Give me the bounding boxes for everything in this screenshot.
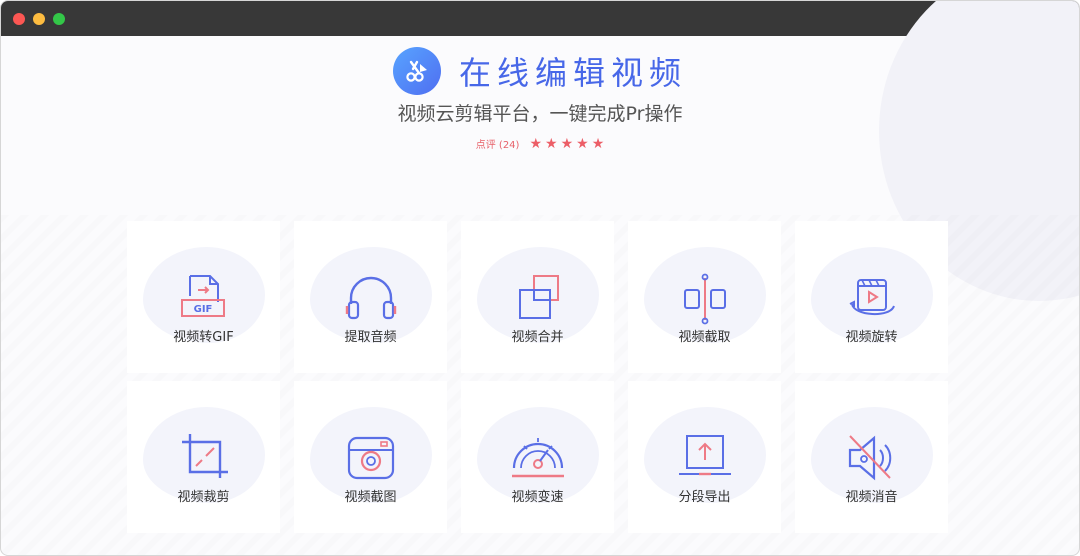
- app-window: 在线编辑视频 视频云剪辑平台，一键完成Pr操作 点评 (24) ★ ★ ★ ★ …: [0, 0, 1080, 556]
- tool-card-export[interactable]: 分段导出: [628, 381, 781, 533]
- tool-card-mute[interactable]: 视频消音: [795, 381, 948, 533]
- tool-label: 视频截图: [344, 490, 397, 505]
- rating-stars[interactable]: ★ ★ ★ ★ ★: [529, 137, 604, 151]
- tool-label: 提取音频: [344, 330, 397, 345]
- headphones-icon: [345, 276, 396, 320]
- tool-label: 视频合并: [511, 330, 564, 345]
- tool-label: 视频裁剪: [177, 490, 230, 505]
- speedometer-icon: [511, 438, 564, 478]
- camera-icon: [347, 436, 394, 480]
- merge-icon: [518, 275, 559, 319]
- tool-card-screenshot[interactable]: 视频截图: [294, 381, 447, 533]
- star-icon: ★: [591, 135, 605, 152]
- tool-label: 视频截取: [678, 330, 731, 345]
- tool-card-speed[interactable]: 视频变速: [461, 381, 614, 533]
- star-icon: ★: [576, 135, 589, 152]
- tool-label: 视频转GIF: [173, 330, 234, 345]
- maximize-window-button[interactable]: [53, 12, 65, 25]
- rating: 点评 (24) ★ ★ ★ ★ ★: [1, 136, 1079, 152]
- crop-icon: [181, 434, 228, 478]
- tool-card-rotate[interactable]: 视频旋转: [795, 221, 948, 373]
- star-icon: ★: [529, 135, 543, 152]
- tool-card-gif[interactable]: GIF 视频转GIF: [127, 221, 280, 373]
- gif-convert-icon: GIF: [180, 275, 225, 317]
- tool-label: 视频旋转: [845, 330, 898, 345]
- scissors-logo-icon: [392, 47, 441, 95]
- minimize-window-button[interactable]: [33, 12, 45, 25]
- rating-label[interactable]: 点评 (24): [476, 136, 520, 151]
- tool-grid: GIF 视频转GIF 提取音频 视频合并 视频截取 视频旋转 视频裁剪 视频截图…: [127, 221, 948, 533]
- svg-text:GIF: GIF: [193, 304, 212, 315]
- tool-card-crop[interactable]: 视频裁剪: [127, 381, 280, 533]
- tool-card-merge[interactable]: 视频合并: [461, 221, 614, 373]
- tool-card-split[interactable]: 视频截取: [628, 221, 781, 373]
- split-icon: [683, 273, 726, 325]
- star-icon: ★: [560, 135, 574, 152]
- star-icon: ★: [545, 135, 558, 152]
- mute-icon: [848, 435, 891, 481]
- page-subtitle: 视频云剪辑平台，一键完成Pr操作: [397, 103, 683, 125]
- tool-label: 视频消音: [845, 490, 898, 505]
- tool-card-audio[interactable]: 提取音频: [294, 221, 447, 373]
- rotate-icon: [849, 279, 895, 315]
- tool-label: 分段导出: [678, 490, 731, 505]
- export-icon: [678, 435, 731, 476]
- page-title: 在线编辑视频: [458, 54, 687, 92]
- close-window-button[interactable]: [13, 12, 25, 25]
- tool-label: 视频变速: [511, 490, 564, 505]
- page-header: 在线编辑视频 视频云剪辑平台，一键完成Pr操作 点评 (24) ★ ★ ★ ★ …: [1, 47, 1079, 151]
